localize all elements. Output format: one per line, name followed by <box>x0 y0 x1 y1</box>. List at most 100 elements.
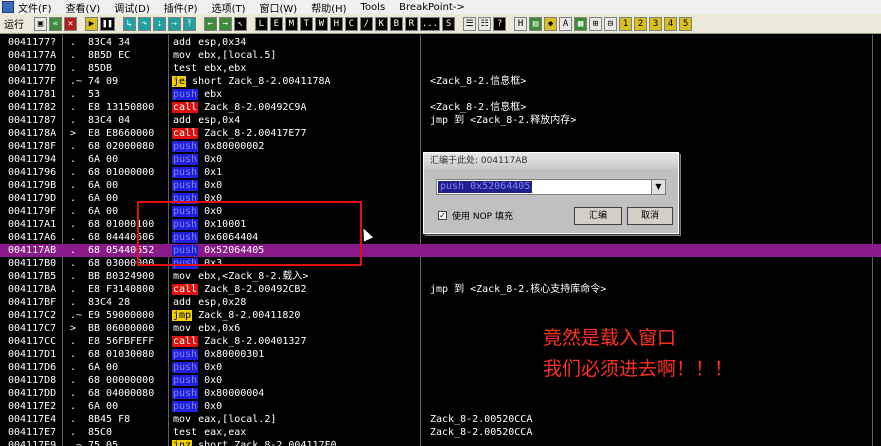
assemble-button[interactable]: 汇编 <box>574 207 622 225</box>
menu-tools[interactable]: Tools <box>361 2 386 13</box>
plugin-icon-5[interactable]: ⊞ <box>589 16 603 31</box>
code-row[interactable]: 004117E2. 6A 00 push 0x0 <box>0 400 881 413</box>
assemble-input-value[interactable]: push 0x52064405 <box>438 181 533 193</box>
window-H[interactable]: H <box>329 16 343 31</box>
address: 004117D8 <box>8 375 57 386</box>
plugin-icon-1[interactable]: ▤ <box>529 16 543 31</box>
code-row[interactable]: 004117E4. 8B45 F8 mov eax,[local.2] Zack_8-… <box>0 413 881 426</box>
address: 004117AB <box>8 245 57 256</box>
close-icon[interactable]: ✕ <box>64 16 77 31</box>
plugin-icon-3[interactable]: A <box>559 16 573 31</box>
menu-breakpoint[interactable]: BreakPoint-> <box>399 2 465 13</box>
window-S[interactable]: S <box>442 16 456 31</box>
window-K[interactable]: K <box>374 16 388 31</box>
slot-5-icon[interactable]: 5 <box>679 16 693 31</box>
slot-1-icon[interactable]: 1 <box>619 16 633 31</box>
window-M[interactable]: M <box>284 16 298 31</box>
mnemonic: call <box>172 128 199 139</box>
plugin-icon-6[interactable]: ⊟ <box>604 16 618 31</box>
cancel-button[interactable]: 取消 <box>627 207 673 225</box>
window-C[interactable]: C <box>344 16 358 31</box>
slot-3-icon[interactable]: 3 <box>649 16 663 31</box>
opcode-hex: E8 13150800 <box>88 102 155 113</box>
execute-till-return-icon[interactable]: ⤒ <box>182 16 196 31</box>
trace-over-icon[interactable]: ⇢ <box>167 16 181 31</box>
operands: 0x80000002 <box>204 141 265 152</box>
code-row[interactable]: 004117E7. 85C0 test eax,eax Zack_8-2.00520C… <box>0 426 881 439</box>
opcode-hex: 75 05 <box>88 440 119 446</box>
window-dots[interactable]: ... <box>419 16 441 31</box>
options-icon[interactable]: ☷ <box>478 16 492 31</box>
code-row-selected[interactable]: 004117AB. 68 05440652 push 0x52064405 <box>0 244 881 257</box>
back-icon[interactable]: ← <box>203 16 217 31</box>
chevron-down-icon[interactable]: ▼ <box>651 180 665 194</box>
code-row[interactable]: 004117BF. 83C4 28 add esp,0x28 <box>0 296 881 309</box>
pointer-icon[interactable]: ↖ <box>233 16 247 31</box>
open-icon[interactable]: ▣ <box>34 16 47 31</box>
code-row[interactable]: 0041178A > E8 E8660000 call Zack_8-2.00417E… <box>0 127 881 140</box>
code-row[interactable]: 004117D8. 68 00000000 push 0x0 <box>0 374 881 387</box>
code-row[interactable]: 0041177A. 8B5D EC mov ebx,[local.5] <box>0 49 881 62</box>
code-row[interactable]: 004117C7 > BB 06000000 mov ebx,0x6 <box>0 322 881 335</box>
step-into-icon[interactable]: ↳ <box>122 16 136 31</box>
instruction: push 0x80000301 <box>172 348 264 361</box>
code-row[interactable]: 0041177?. 83C4 34 add esp,0x34 <box>0 36 881 49</box>
slot-2-icon[interactable]: 2 <box>634 16 648 31</box>
help-icon[interactable]: ? <box>493 16 507 31</box>
nop-fill-checkbox[interactable]: ✓ <box>438 211 447 220</box>
code-row[interactable]: 0041177F .~ 74 09 je short Zack_8-2.0041178… <box>0 75 881 88</box>
flow-marker: . <box>70 414 77 425</box>
rewind-icon[interactable]: « <box>49 16 62 31</box>
run-icon[interactable]: ▶ <box>85 16 98 31</box>
code-row[interactable]: 0041177D. 85DB test ebx,ebx <box>0 62 881 75</box>
code-row[interactable]: 004117B0. 68 03000000 push 0x3 <box>0 257 881 270</box>
code-row[interactable]: 004117C2 .~ E9 59000000 jmp Zack_8-2.004118… <box>0 309 881 322</box>
menu-view[interactable]: 查看(V) <box>66 0 101 15</box>
window-T[interactable]: T <box>299 16 313 31</box>
code-row[interactable]: 00411781. 53 push ebx <box>0 88 881 101</box>
list-icon[interactable]: ☰ <box>463 16 477 31</box>
code-row[interactable]: 004117D6. 6A 00 push 0x0 <box>0 361 881 374</box>
window-slash[interactable]: / <box>359 16 373 31</box>
mnemonic: mov <box>173 414 192 425</box>
hex-icon[interactable]: H <box>514 16 528 31</box>
flow-marker: . <box>70 271 77 282</box>
code-row[interactable]: 00411787. 83C4 04 add esp,0x4 jmp 到 <Zack_8… <box>0 114 881 127</box>
disassembly-pane[interactable]: 0041177?. 83C4 34 add esp,0x34 0041177A. 8B5… <box>0 35 881 446</box>
window-E[interactable]: E <box>269 16 283 31</box>
menu-options[interactable]: 选项(T) <box>212 0 246 15</box>
slot-4-icon[interactable]: 4 <box>664 16 678 31</box>
mnemonic: je <box>172 76 187 87</box>
code-row[interactable]: 004117BA. E8 F3140800 call Zack_8-2.00492C… <box>0 283 881 296</box>
menu-help[interactable]: 帮助(H) <box>311 0 346 15</box>
assemble-input[interactable]: push 0x52064405 ▼ <box>436 179 666 195</box>
step-over-icon[interactable]: ↷ <box>137 16 151 31</box>
window-B[interactable]: B <box>389 16 403 31</box>
flow-marker: . <box>70 336 77 347</box>
code-row[interactable]: 004117DD. 68 04000080 push 0x80000004 <box>0 387 881 400</box>
window-R[interactable]: R <box>404 16 418 31</box>
window-W[interactable]: W <box>314 16 328 31</box>
pause-icon[interactable]: ❚❚ <box>100 16 115 31</box>
plugin-icon-2[interactable]: ◆ <box>544 16 558 31</box>
address: 004117E2 <box>8 401 57 412</box>
flow-marker: . <box>70 297 77 308</box>
menu-window[interactable]: 窗口(W) <box>260 0 298 15</box>
code-row[interactable]: 004117D1. 68 01030080 push 0x80000301 <box>0 348 881 361</box>
mnemonic: test <box>173 63 198 74</box>
code-row[interactable]: 004117CC. E8 56FBFEFF call Zack_8-2.004013… <box>0 335 881 348</box>
flow-marker: . <box>70 50 77 61</box>
code-row[interactable]: 00411782. E8 13150800 call Zack_8-2.00492C… <box>0 101 881 114</box>
trace-into-icon[interactable]: ⇣ <box>152 16 166 31</box>
menu-debug[interactable]: 调试(D) <box>114 0 150 15</box>
code-row[interactable]: 004117E9 .~ 75 05 jnz short Zack_8-2.004117… <box>0 439 881 446</box>
instruction: jnz short Zack_8-2.004117F0 <box>172 439 337 446</box>
mnemonic: push <box>172 375 199 386</box>
forward-icon[interactable]: → <box>218 16 232 31</box>
window-L[interactable]: L <box>254 16 268 31</box>
plugin-icon-4[interactable]: ▦ <box>574 16 588 31</box>
menu-plugins[interactable]: 插件(P) <box>164 0 198 15</box>
menu-file[interactable]: 文件(F) <box>18 0 52 15</box>
mnemonic: push <box>172 180 199 191</box>
code-row[interactable]: 004117B5. BB B0324900 mov ebx,<Zack_8-2.载入… <box>0 270 881 283</box>
